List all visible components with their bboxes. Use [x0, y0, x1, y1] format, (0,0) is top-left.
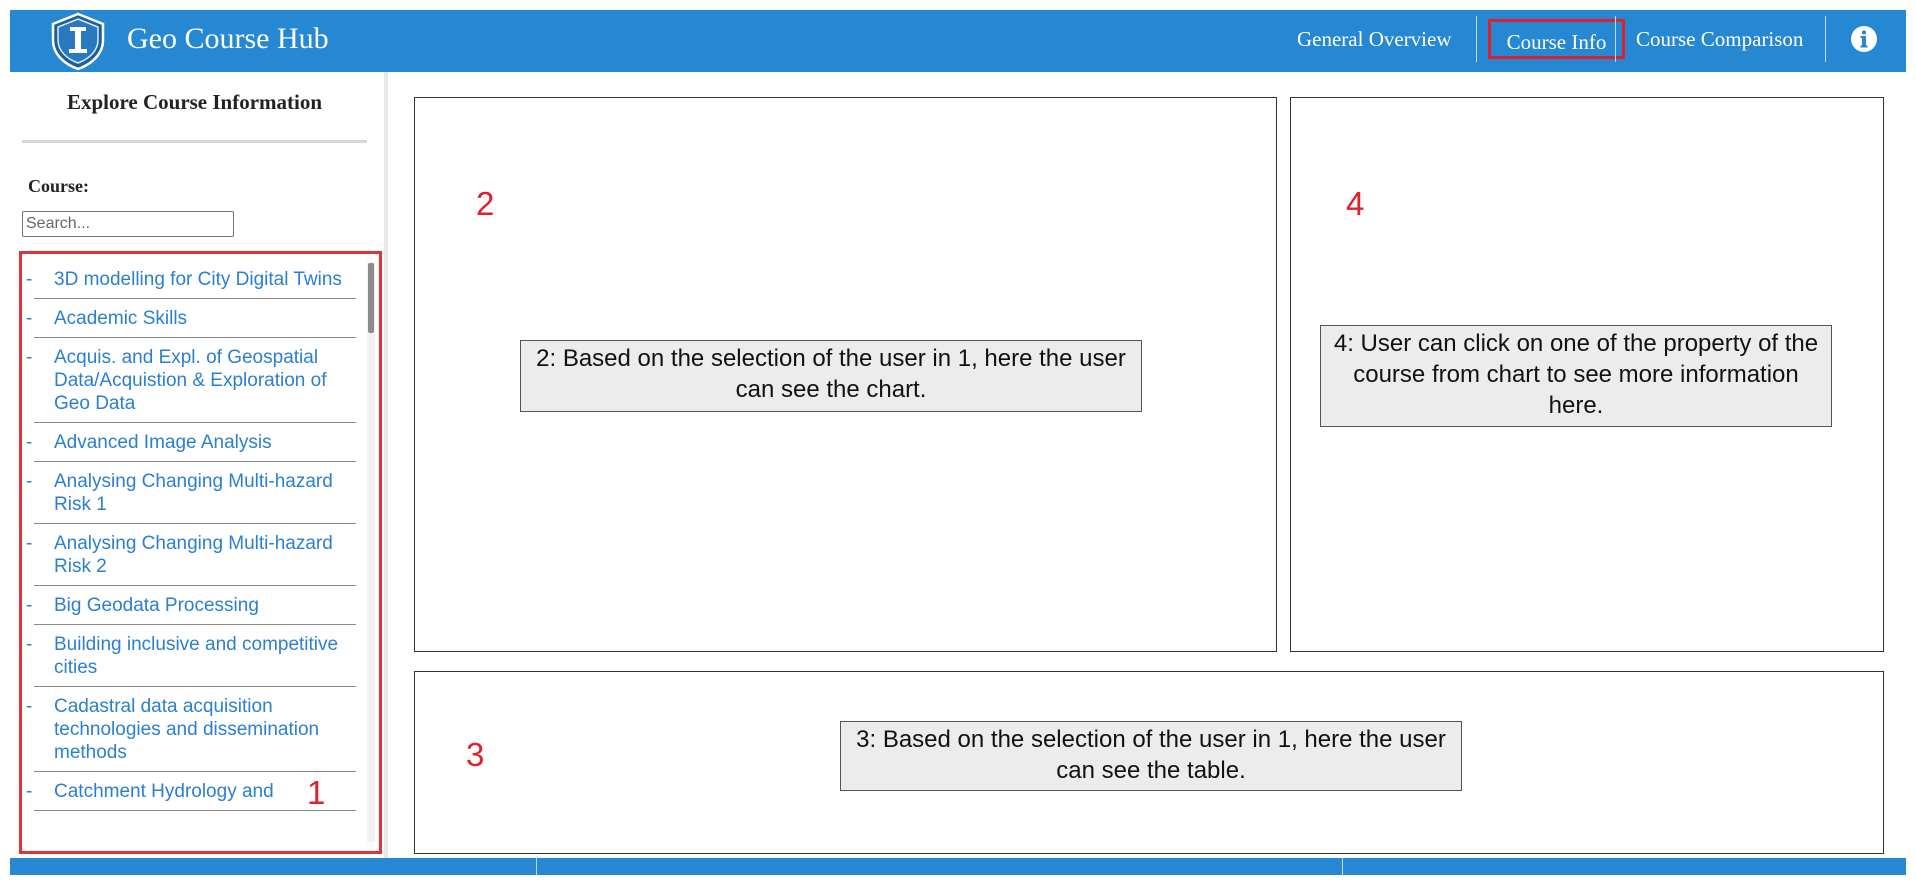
- course-item-label[interactable]: Acquis. and Expl. of Geospatial Data/Acq…: [54, 346, 356, 415]
- course-search-input[interactable]: [22, 211, 234, 237]
- sidebar-title: Explore Course Information: [66, 90, 323, 114]
- bullet-dash: -: [26, 432, 33, 453]
- bullet-dash: -: [26, 269, 33, 290]
- footer-bar: [10, 858, 1906, 875]
- bullet-dash: -: [26, 347, 33, 368]
- shield-logo-icon[interactable]: [48, 10, 108, 72]
- sidebar-divider: [22, 140, 367, 143]
- bullet-dash: -: [26, 781, 33, 802]
- info-circle-icon[interactable]: [1846, 21, 1882, 57]
- course-item[interactable]: - Building inclusive and competitive citi…: [26, 625, 356, 687]
- nav-separator: [1615, 16, 1616, 62]
- nav-course-info[interactable]: Course Info: [1488, 19, 1625, 59]
- top-navbar: Geo Course Hub General Overview Course I…: [10, 10, 1906, 72]
- course-item[interactable]: - Academic Skills: [26, 299, 356, 338]
- course-item-label[interactable]: Building inclusive and competitive citie…: [54, 633, 356, 679]
- footer-separator: [536, 858, 537, 875]
- nav-separator: [1476, 16, 1477, 62]
- course-item[interactable]: - Analysing Changing Multi-hazard Risk 1: [26, 462, 356, 524]
- annotation-marker-3: 3: [466, 736, 485, 773]
- course-item[interactable]: - Acquis. and Expl. of Geospatial Data/Ac…: [26, 338, 356, 423]
- course-list-scroll-thumb[interactable]: [368, 263, 374, 333]
- annotation-marker-4: 4: [1346, 185, 1365, 222]
- course-item[interactable]: - Analysing Changing Multi-hazard Risk 2: [26, 524, 356, 586]
- annotation-marker-1: 1: [307, 774, 326, 811]
- chart-panel-callout: 2: Based on the selection of the user in…: [520, 340, 1142, 412]
- table-panel-callout: 3: Based on the selection of the user in…: [840, 721, 1462, 791]
- nav-general-overview[interactable]: General Overview: [1297, 24, 1452, 54]
- course-item-label[interactable]: Advanced Image Analysis: [54, 431, 356, 454]
- course-item[interactable]: - Big Geodata Processing: [26, 586, 356, 625]
- bullet-dash: -: [26, 533, 33, 554]
- bullet-dash: -: [26, 595, 33, 616]
- course-label: Course:: [28, 176, 89, 196]
- course-item[interactable]: - Advanced Image Analysis: [26, 423, 356, 462]
- course-item-label[interactable]: 3D modelling for City Digital Twins: [54, 268, 356, 291]
- course-item[interactable]: -3D modelling for City Digital Twins: [26, 260, 356, 299]
- nav-separator: [1825, 16, 1826, 62]
- nav-course-comparison[interactable]: Course Comparison: [1636, 24, 1803, 54]
- course-item-label[interactable]: Big Geodata Processing: [54, 594, 356, 617]
- course-item-label[interactable]: Analysing Changing Multi-hazard Risk 1: [54, 470, 356, 516]
- bullet-dash: -: [26, 308, 33, 329]
- bullet-dash: -: [26, 696, 33, 717]
- course-item[interactable]: - Cadastral data acquisition technologies…: [26, 687, 356, 772]
- course-list-panel: -3D modelling for City Digital Twins - Ac…: [19, 251, 382, 854]
- course-item-label[interactable]: Cadastral data acquisition technologies …: [54, 695, 356, 764]
- course-item-label[interactable]: Analysing Changing Multi-hazard Risk 2: [54, 532, 356, 578]
- bullet-dash: -: [26, 634, 33, 655]
- app-brand[interactable]: Geo Course Hub: [127, 18, 329, 60]
- sidebar: Explore Course Information Course: -3D m…: [10, 72, 388, 862]
- footer-separator: [1342, 858, 1343, 875]
- course-item-label[interactable]: Academic Skills: [54, 307, 356, 330]
- course-list: -3D modelling for City Digital Twins - Ac…: [26, 260, 356, 811]
- course-list-scrollbar[interactable]: [367, 262, 375, 842]
- detail-panel-callout: 4: User can click on one of the property…: [1320, 325, 1832, 427]
- bullet-dash: -: [26, 471, 33, 492]
- annotation-marker-2: 2: [476, 185, 495, 222]
